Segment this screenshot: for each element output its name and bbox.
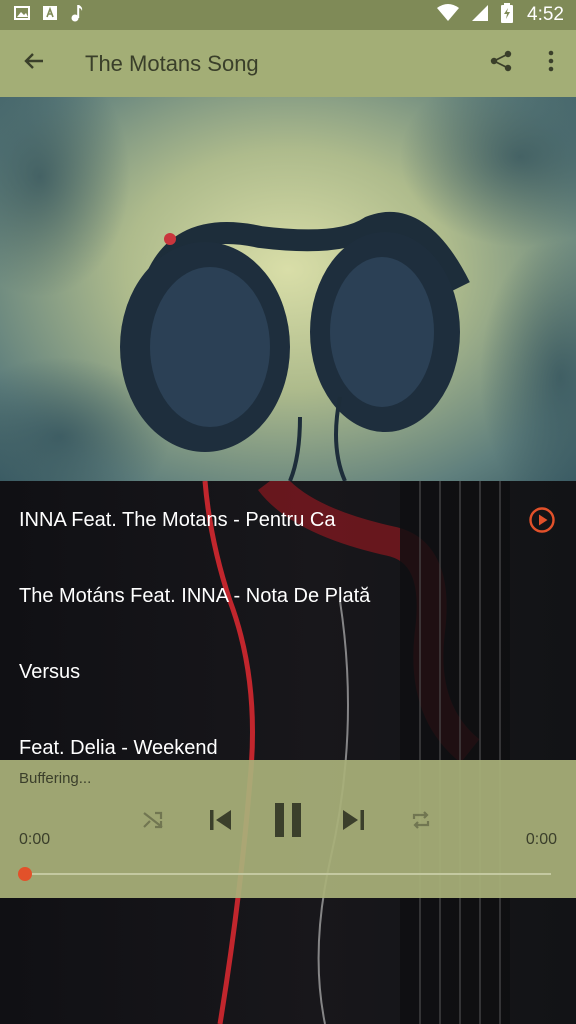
player-panel: Buffering... 0:00 0:00 <box>0 760 576 898</box>
music-note-icon <box>70 4 84 27</box>
skip-next-icon <box>341 807 367 838</box>
previous-button[interactable] <box>196 798 244 846</box>
elapsed-time: 0:00 <box>19 831 51 848</box>
song-title: INNA Feat. The Motans - Pentru Ca <box>19 508 336 531</box>
song-title: The Motáns Feat. INNA - Nota De Plată <box>19 584 371 607</box>
play-circle-icon[interactable] <box>528 506 556 534</box>
skip-previous-icon <box>207 807 233 838</box>
status-right: 4:52 <box>437 2 564 28</box>
battery-icon <box>501 2 514 28</box>
text-a-icon <box>42 5 58 26</box>
more-options-button[interactable] <box>526 30 576 97</box>
player-controls <box>0 798 576 846</box>
image-icon <box>14 5 30 26</box>
shuffle-icon <box>141 808 165 837</box>
shuffle-button[interactable] <box>129 798 177 846</box>
more-vert-icon <box>548 50 554 77</box>
seek-thumb[interactable] <box>18 867 32 881</box>
status-time: 4:52 <box>527 4 564 25</box>
song-title: Feat. Delia - Weekend <box>19 736 218 759</box>
song-title: Versus <box>19 660 81 683</box>
song-list: INNA Feat. The Motans - Pentru Ca The Mo… <box>0 481 576 761</box>
page-title: The Motans Song <box>85 50 259 76</box>
list-item[interactable]: Versus <box>0 634 576 710</box>
headphones-image <box>0 97 576 481</box>
list-item[interactable]: The Motáns Feat. INNA - Nota De Plată <box>0 558 576 634</box>
app-bar: The Motans Song <box>0 30 576 97</box>
share-icon <box>489 49 513 78</box>
signal-icon <box>471 4 489 27</box>
repeat-button[interactable] <box>397 798 445 846</box>
seek-bar[interactable] <box>25 873 551 875</box>
app-actions <box>476 30 576 97</box>
total-duration: 0:00 <box>525 831 557 848</box>
pause-button[interactable] <box>264 798 312 846</box>
album-art <box>0 97 576 481</box>
arrow-back-icon <box>23 50 45 77</box>
status-left <box>14 4 84 27</box>
repeat-icon <box>409 808 433 837</box>
back-button[interactable] <box>0 30 68 97</box>
wifi-icon <box>437 3 460 27</box>
share-button[interactable] <box>476 30 526 97</box>
player-status: Buffering... <box>19 770 92 787</box>
pause-icon <box>273 802 303 842</box>
status-bar: 4:52 <box>0 0 576 30</box>
list-item[interactable]: INNA Feat. The Motans - Pentru Ca <box>0 482 576 558</box>
next-button[interactable] <box>330 798 378 846</box>
